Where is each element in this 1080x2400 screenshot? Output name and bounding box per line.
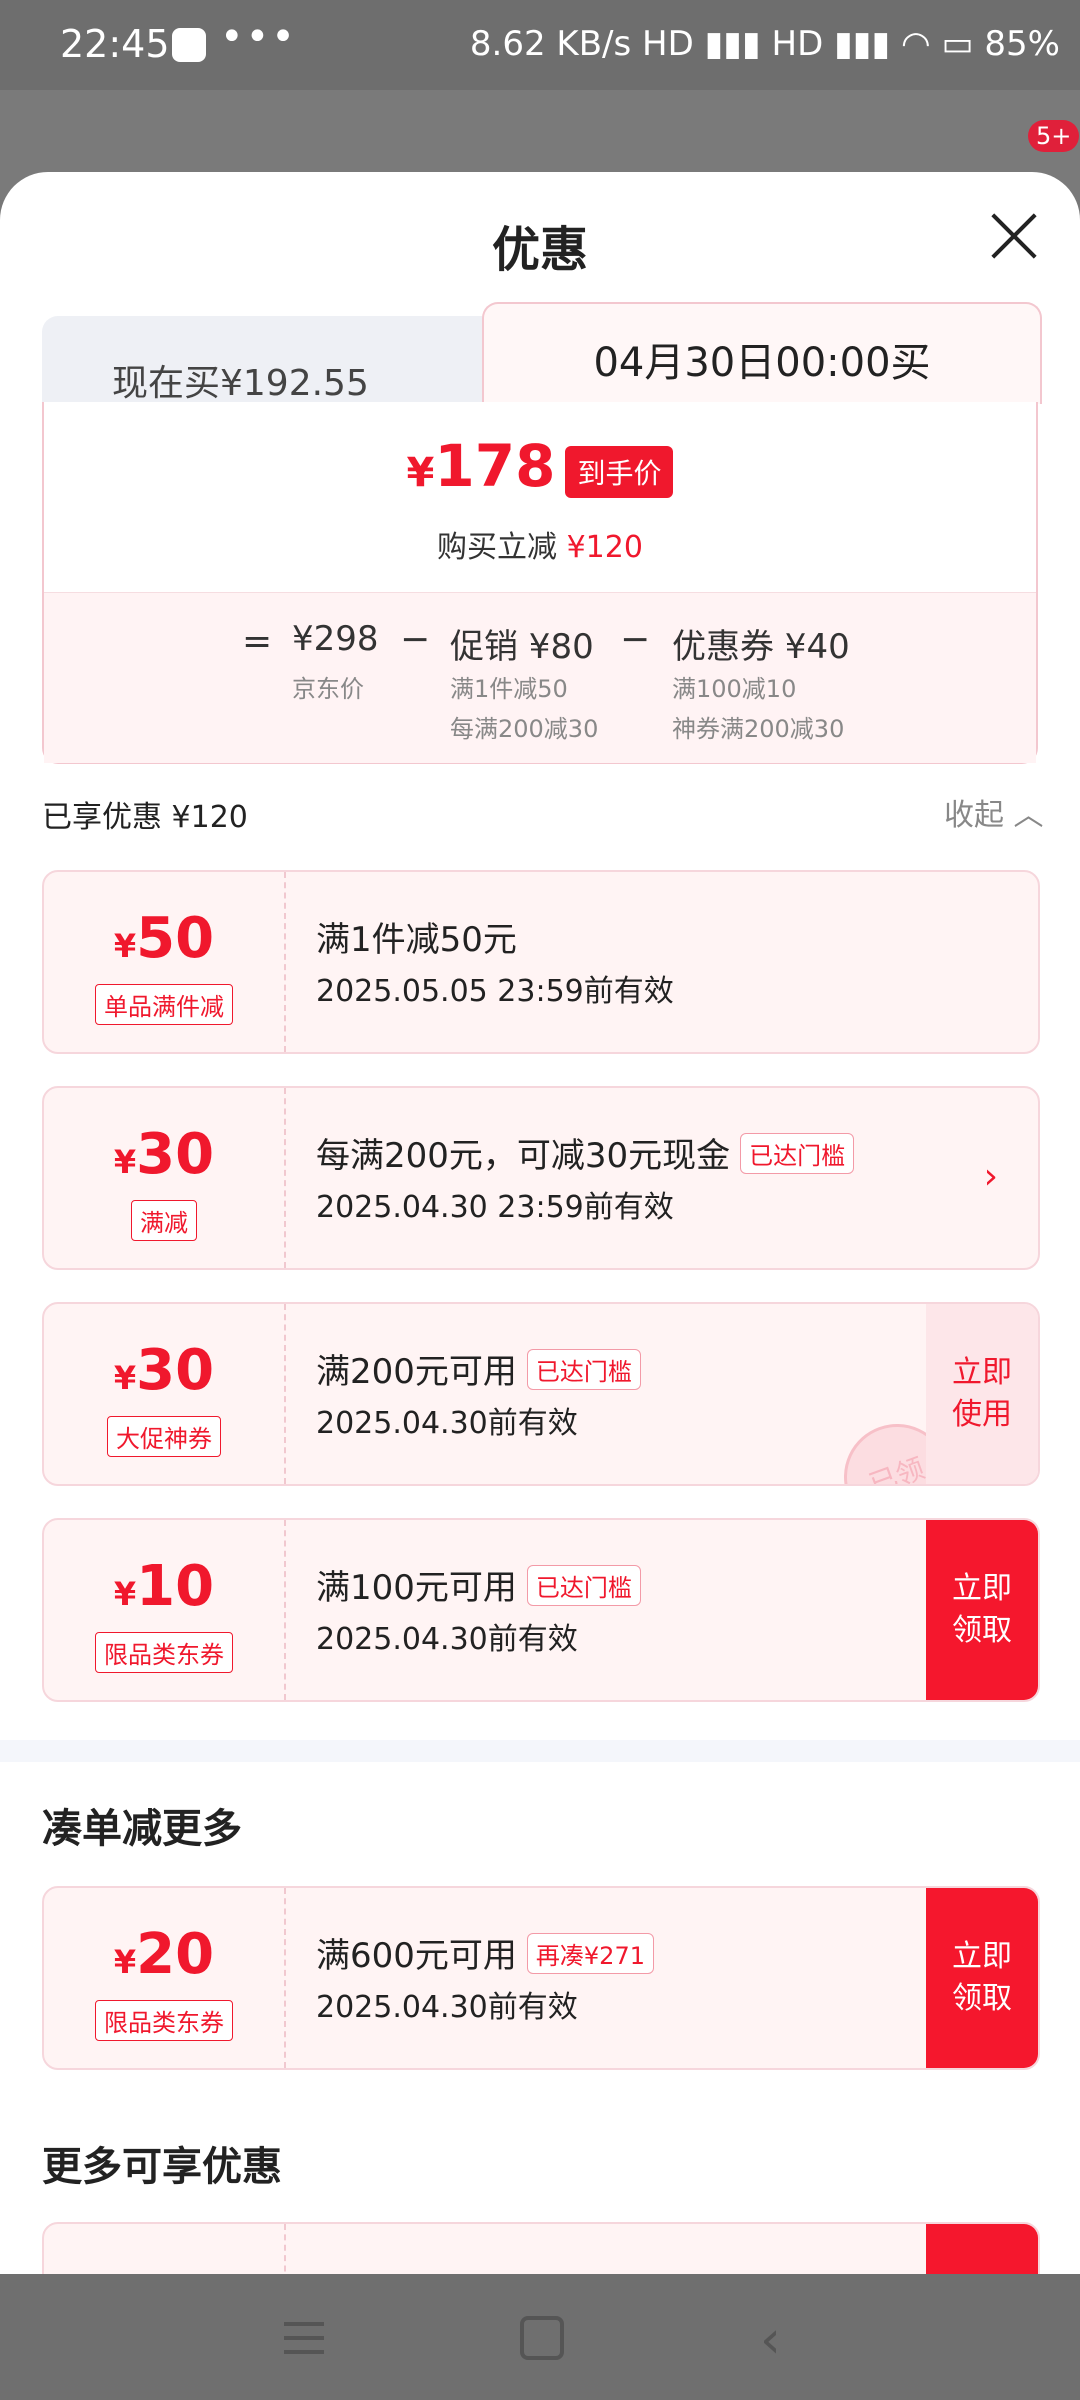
coupon-amount: ¥30 xyxy=(113,1122,215,1187)
price-breakdown: = ¥298 京东价 − 促销 ¥80 满1件减50 每满200减30 − 优惠… xyxy=(44,592,1036,763)
collapse-button[interactable]: 收起 ︿ xyxy=(944,790,1044,834)
coupon-type-tag: 单品满件减 xyxy=(44,984,284,1025)
close-icon[interactable] xyxy=(990,212,1038,260)
minus-sign: − xyxy=(400,619,431,660)
coupon-value-panel xyxy=(44,2224,286,2274)
coupon-amount: ¥50 xyxy=(113,906,215,971)
coupon-line-2: 神券满200减30 xyxy=(672,715,845,743)
coupon-valid-date: 2025.04.30 23:59前有效 xyxy=(316,1190,674,1225)
tab-buy-now-label: 现在买¥192.55 xyxy=(112,363,369,404)
coupon-value-panel: ¥10 限品类东券 xyxy=(44,1520,286,1700)
coupon-title: 满600元可用 再凑¥271 xyxy=(316,1928,654,1978)
coupon-line-1: 满100减10 xyxy=(672,675,797,703)
cart-badge: 5+ xyxy=(1028,120,1080,152)
coupon-amount: 优惠券 ¥40 xyxy=(672,627,850,667)
instant-cut: 购买立减 ¥120 xyxy=(44,522,1036,566)
home-icon[interactable] xyxy=(520,2316,564,2360)
claim-now-button[interactable]: 立即领取 xyxy=(926,1888,1038,2068)
coupon-type-tag: 限品类东券 xyxy=(44,2000,284,2041)
coupon-card[interactable]: ¥30 大促神券 满200元可用 已达门槛 2025.04.30前有效 已领 立即… xyxy=(42,1302,1040,1486)
coupon-type-tag: 限品类东券 xyxy=(44,1632,284,1673)
claim-now-button[interactable] xyxy=(926,2224,1038,2274)
coupon-title: 满200元可用 已达门槛 xyxy=(316,1344,641,1394)
system-nav-bar: ‹ xyxy=(0,2274,1080,2400)
minus-sign: − xyxy=(620,619,651,660)
use-now-button[interactable]: 立即使用 xyxy=(926,1304,1038,1484)
final-price-tag: 到手价 xyxy=(565,445,674,498)
add-more-chip: 再凑¥271 xyxy=(526,1933,654,1974)
section-title-combine: 凑单减更多 xyxy=(42,1806,242,1852)
coupon-valid-date: 2025.04.30前有效 xyxy=(316,1406,578,1441)
app-notification-icon xyxy=(172,28,206,62)
enjoyed-discount: 已享优惠 ¥120 xyxy=(42,800,248,835)
final-price: ¥178 到手价 xyxy=(44,432,1036,508)
coupon-valid-date: 2025.04.30前有效 xyxy=(316,1622,578,1657)
section-divider xyxy=(0,1740,1080,1762)
back-icon[interactable]: ‹ xyxy=(760,2310,781,2370)
instant-cut-label: 购买立减 xyxy=(437,530,558,565)
base-price: ¥298 xyxy=(292,619,379,659)
tab-buy-later-label: 04月30日00:00买 xyxy=(593,340,931,386)
discount-sheet: 优惠 现在买¥192.55 04月30日00:00买 ¥178 到手价 购买立减 … xyxy=(0,172,1080,2274)
tab-buy-now[interactable]: 现在买¥192.55 xyxy=(42,316,482,404)
coupon-card[interactable]: ¥30 满减 每满200元，可减30元现金 已达门槛 2025.04.30 23:… xyxy=(42,1086,1040,1270)
coupon-card[interactable]: ¥50 单品满件减 满1件减50元 2025.05.05 23:59前有效 xyxy=(42,870,1040,1054)
status-bar: 22:45 ••• 8.62 KB/s HD ▮▮▮ HD ▮▮▮ ◠ ▭ 85… xyxy=(0,0,1080,90)
price-summary: ¥178 到手价 购买立减 ¥120 = ¥298 京东价 − 促销 ¥80 满1… xyxy=(42,402,1038,764)
coupon-title: 满1件减50元 xyxy=(316,920,517,960)
coupon-title: 每满200元，可减30元现金 已达门槛 xyxy=(316,1128,855,1178)
tab-buy-later[interactable]: 04月30日00:00买 xyxy=(482,302,1042,404)
coupon-valid-date: 2025.04.30前有效 xyxy=(316,1990,578,2025)
promo-line-2: 每满200减30 xyxy=(450,715,599,743)
coupon-card-partial[interactable] xyxy=(42,2222,1040,2274)
status-time: 22:45 xyxy=(60,22,170,66)
status-indicators: 8.62 KB/s HD ▮▮▮ HD ▮▮▮ ◠ ▭ 85% xyxy=(469,24,1060,64)
coupon-value-panel: ¥50 单品满件减 xyxy=(44,872,286,1052)
threshold-chip: 已达门槛 xyxy=(526,1349,641,1390)
final-price-value: 178 xyxy=(434,432,556,500)
threshold-chip: 已达门槛 xyxy=(740,1133,855,1174)
coupon-type-tag: 大促神券 xyxy=(44,1416,284,1457)
coupon-card[interactable]: ¥10 限品类东券 满100元可用 已达门槛 2025.04.30前有效 立即领取 xyxy=(42,1518,1040,1702)
base-price-label: 京东价 xyxy=(292,675,364,703)
claim-now-button[interactable]: 立即领取 xyxy=(926,1520,1038,1700)
equals-sign: = xyxy=(242,621,273,662)
sheet-title: 优惠 xyxy=(491,222,588,278)
coupon-card[interactable]: ¥20 限品类东券 满600元可用 再凑¥271 2025.04.30前有效 立即… xyxy=(42,1886,1040,2070)
instant-cut-amount: ¥120 xyxy=(566,530,643,565)
section-title-more: 更多可享优惠 xyxy=(42,2144,282,2190)
buy-time-tabs: 现在买¥192.55 04月30日00:00买 xyxy=(42,302,1042,404)
promo-line-1: 满1件减50 xyxy=(450,675,568,703)
coupon-amount: ¥10 xyxy=(113,1554,215,1619)
coupon-valid-date: 2025.05.05 23:59前有效 xyxy=(316,974,674,1009)
threshold-chip: 已达门槛 xyxy=(526,1565,641,1606)
coupon-value-panel: ¥30 满减 xyxy=(44,1088,286,1268)
coupon-amount: ¥30 xyxy=(113,1338,215,1403)
coupon-type-tag: 满减 xyxy=(44,1200,284,1241)
final-price-currency: ¥ xyxy=(406,450,435,496)
recent-apps-icon[interactable] xyxy=(284,2322,324,2354)
coupon-value-panel: ¥30 大促神券 xyxy=(44,1304,286,1484)
coupon-value-panel: ¥20 限品类东券 xyxy=(44,1888,286,2068)
coupon-amount: ¥20 xyxy=(113,1922,215,1987)
promo-amount: 促销 ¥80 xyxy=(450,627,594,667)
coupon-title: 满100元可用 已达门槛 xyxy=(316,1560,641,1610)
more-notifications-icon: ••• xyxy=(220,14,297,60)
chevron-right-icon[interactable]: › xyxy=(984,1156,998,1197)
